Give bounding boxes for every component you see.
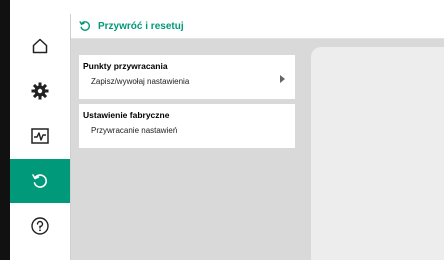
app-frame: Przywróć i resetuj Punkty przywracania Z… bbox=[0, 0, 444, 260]
header-bar: Przywróć i resetuj bbox=[71, 14, 444, 39]
menu-item-title: Ustawienie fabryczne bbox=[83, 110, 170, 120]
menu-item-factory-reset[interactable]: Ustawienie fabryczne Przywracanie nastaw… bbox=[79, 104, 295, 148]
sidebar-item-help[interactable] bbox=[10, 204, 70, 248]
main-content: Punkty przywracania Zapisz/wywołaj nasta… bbox=[71, 39, 444, 260]
menu-item-title: Punkty przywracania bbox=[83, 61, 168, 71]
chevron-right-icon bbox=[280, 75, 285, 83]
restore-icon[interactable] bbox=[77, 18, 93, 34]
sidebar-item-settings[interactable] bbox=[10, 69, 70, 113]
sidebar-item-diagnostics[interactable] bbox=[10, 114, 70, 158]
help-icon bbox=[31, 217, 49, 235]
sidebar-item-home[interactable] bbox=[10, 24, 70, 68]
page-title: Przywróć i resetuj bbox=[98, 20, 184, 32]
restore-icon bbox=[32, 174, 47, 188]
device-edge bbox=[0, 0, 10, 260]
home-icon bbox=[32, 38, 48, 54]
detail-panel bbox=[311, 47, 444, 260]
diagnostics-icon bbox=[31, 128, 49, 144]
sidebar-item-restore[interactable] bbox=[10, 159, 70, 203]
menu-item-restore-points[interactable]: Punkty przywracania Zapisz/wywołaj nasta… bbox=[79, 55, 295, 99]
sidebar bbox=[10, 14, 71, 260]
menu-item-subtitle: Przywracanie nastawień bbox=[91, 126, 178, 135]
menu-item-subtitle: Zapisz/wywołaj nastawienia bbox=[91, 77, 190, 86]
gear-icon bbox=[31, 82, 49, 100]
